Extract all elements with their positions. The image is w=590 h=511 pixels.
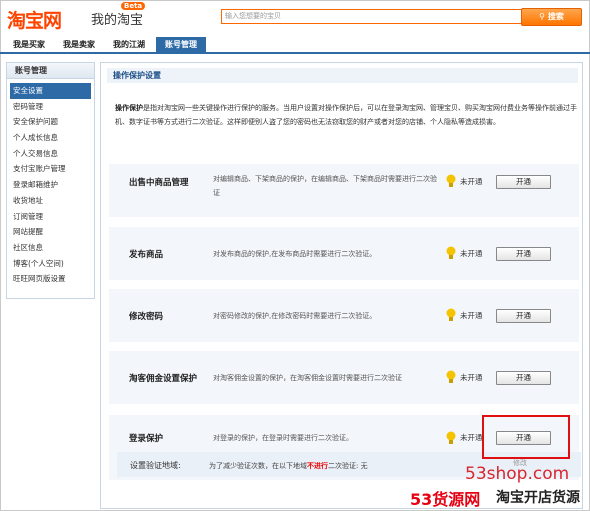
sidebar-item-reminder[interactable]: 网站提醒: [7, 224, 94, 240]
sidebar-item-subscription[interactable]: 订阅管理: [7, 209, 94, 225]
highlight-box: [482, 415, 570, 459]
sidebar-item-address[interactable]: 收货地址: [7, 193, 94, 209]
row-name: 淘客佣金设置保护: [129, 374, 198, 384]
row-desc: 对发布商品的保护,在发布商品时需要进行二次验证。: [213, 250, 377, 258]
region-label: 设置验证地域:: [130, 461, 181, 470]
row-desc: 对密码修改的保护,在修改密码时需要进行二次验证。: [213, 312, 377, 320]
sidebar-item-security-question[interactable]: 安全保护问题: [7, 114, 94, 130]
tab-community[interactable]: 我的江湖: [104, 37, 154, 52]
search-button[interactable]: ⚲ 搜索: [521, 8, 582, 26]
enable-button[interactable]: 开通: [496, 309, 551, 323]
sidebar-item-security[interactable]: 安全设置: [10, 83, 91, 99]
sidebar: 账号管理 安全设置 密码管理 安全保护问题 个人成长信息 个人交易信息 支付宝账…: [6, 62, 95, 299]
beta-badge: Beta: [121, 2, 146, 10]
bulb-icon: [446, 174, 456, 187]
sidebar-item-wangwang[interactable]: 旺旺网页版设置: [7, 271, 94, 287]
tab-seller[interactable]: 我是卖家: [55, 37, 103, 52]
protection-row: 发布商品 对发布商品的保护,在发布商品时需要进行二次验证。 未开通 开通: [109, 227, 579, 280]
sidebar-item-login-email[interactable]: 登录邮箱维护: [7, 177, 94, 193]
status-text: 未开通: [460, 249, 483, 258]
intro-bold: 操作保护: [115, 104, 143, 112]
sidebar-item-password[interactable]: 密码管理: [7, 99, 94, 115]
tab-account[interactable]: 账号管理: [156, 37, 206, 52]
tab-buyer[interactable]: 我是买家: [4, 37, 54, 52]
protection-row: 修改密码 对密码修改的保护,在修改密码时需要进行二次验证。 未开通 开通: [109, 289, 579, 342]
bulb-icon: [446, 308, 456, 321]
status-text: 未开通: [460, 373, 483, 382]
region-desc-a: 为了减少验证次数，在以下地域: [209, 462, 307, 470]
sidebar-item-growth[interactable]: 个人成长信息: [7, 130, 94, 146]
sidebar-item-alipay[interactable]: 支付宝账户管理: [7, 161, 94, 177]
row-desc: 对淘客佣金设置的保护，在淘客佣金设置时需要进行二次验证: [213, 374, 402, 382]
search-icon: ⚲: [539, 12, 548, 21]
row-name: 出售中商品管理: [129, 178, 189, 188]
watermark-brand: 53货源网: [410, 490, 481, 509]
search-button-label: 搜索: [547, 12, 564, 21]
search-input[interactable]: 输入您想要的宝贝: [221, 9, 522, 24]
region-desc: 为了减少验证次数，在以下地域不进行二次验证: 无: [209, 461, 368, 471]
bulb-icon: [446, 246, 456, 259]
intro-body: 是指对淘宝网一些关键操作进行保护的服务。当用户设置对操作保护后，可以在登录淘宝网…: [115, 104, 577, 126]
bulb-icon: [446, 431, 456, 444]
watermark-site: 53shop.com: [465, 464, 570, 484]
enable-button[interactable]: 开通: [496, 175, 551, 189]
status-text: 未开通: [460, 433, 483, 442]
page-title: 操作保护设置: [107, 68, 578, 83]
status-text: 未开通: [460, 177, 483, 186]
row-name: 修改密码: [129, 312, 164, 322]
sidebar-title: 账号管理: [7, 63, 94, 79]
sidebar-item-community[interactable]: 社区信息: [7, 240, 94, 256]
region-desc-red: 不进行: [307, 462, 328, 470]
region-desc-b: 二次验证: 无: [328, 462, 368, 470]
row-desc: 对编辑商品、下架商品的保护，在编辑商品、下架商品时需要进行二次验证: [213, 175, 437, 197]
enable-button[interactable]: 开通: [496, 371, 551, 385]
enable-button[interactable]: 开通: [496, 247, 551, 261]
row-name: 登录保护: [129, 434, 164, 444]
my-taobao-title[interactable]: 我的淘宝: [91, 9, 143, 28]
watermark-slogan: 淘宝开店货源: [496, 490, 580, 506]
protection-row: 淘客佣金设置保护 对淘客佣金设置的保护，在淘客佣金设置时需要进行二次验证 未开通…: [109, 351, 579, 404]
row-desc: 对登录的保护，在登录时需要进行二次验证。: [213, 434, 353, 442]
protection-row: 出售中商品管理 对编辑商品、下架商品的保护，在编辑商品、下架商品时需要进行二次验…: [109, 164, 579, 217]
taobao-logo[interactable]: 淘宝网: [7, 6, 62, 33]
sidebar-item-blog[interactable]: 博客(个人空间): [7, 256, 94, 272]
bulb-icon: [446, 370, 456, 383]
status-text: 未开通: [460, 311, 483, 320]
intro-text: 操作保护是指对淘宝网一些关键操作进行保护的服务。当用户设置对操作保护后，可以在登…: [115, 101, 577, 129]
sidebar-item-trade-info[interactable]: 个人交易信息: [7, 146, 94, 162]
row-name: 发布商品: [129, 250, 164, 260]
